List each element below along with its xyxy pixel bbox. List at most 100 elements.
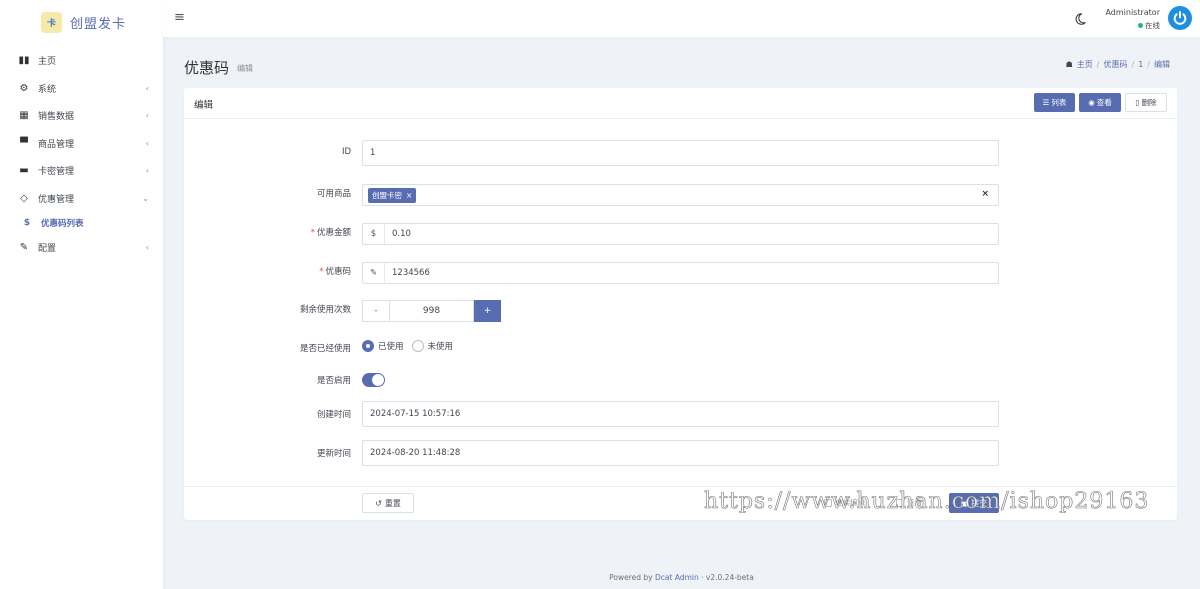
card-title: 编辑 [194,100,214,111]
radio-unchecked-icon [411,340,424,352]
breadcrumb-section[interactable]: 优惠码 [1104,59,1128,70]
form-row-enabled: 是否启用 [184,373,1177,387]
table-icon: ▦ [19,110,29,122]
radio-unused[interactable]: 未使用 [411,340,454,352]
updated-label: 更新时间 [316,449,351,459]
code-label: * 优惠码 [319,265,351,277]
remaining-label: 剩余使用次数 [299,305,351,315]
radio-unused-label: 未使用 [427,342,454,352]
breadcrumb-current: 编辑 [1154,60,1170,69]
code-value: 1234566 [392,268,430,278]
watermark: https://www.huzhan.com/ishop29163 [704,489,1150,515]
hamburger-icon[interactable]: ≡ [174,10,185,25]
dollar-icon: $ [363,224,385,244]
breadcrumb-home[interactable]: 主页 [1077,59,1093,70]
amount-label: * 优惠金额 [311,226,351,238]
dcat-admin-link[interactable]: Dcat Admin [655,573,699,582]
radio-used-label: 已使用 [378,342,404,352]
clear-icon[interactable]: × [981,189,989,199]
view-button[interactable]: ◉ 查看 [1079,93,1121,112]
sidebar-item-goods[interactable]: ▀ 商品管理 ‹ [0,130,163,158]
power-icon [1173,11,1187,25]
user-name[interactable]: Administrator [1105,8,1160,17]
goods-label: 可用商品 [316,189,351,199]
decrement-button[interactable]: - [362,300,389,322]
sidebar-item-system[interactable]: ⚙ 系统 ‹ [0,75,163,103]
id-field[interactable]: 1 [362,140,999,166]
avatar[interactable] [1168,6,1192,30]
delete-button-label: 删除 [1141,98,1157,107]
topbar: ≡ Administrator 在线 [163,0,1200,37]
amount-label-text: 优惠金额 [316,228,351,238]
footer-separator: · [701,573,704,582]
sidebar-item-label: 配置 [38,244,57,255]
form-row-created: 创建时间 2024-07-15 10:57:16 [184,401,1177,427]
list-button[interactable]: ☰ 列表 [1034,93,1075,112]
goods-tag-label: 创盟卡密 [372,190,402,200]
sidebar-item-label: 卡密管理 [38,167,75,178]
brand[interactable]: 卡 创盟发卡 [0,0,163,44]
breadcrumb-separator: / [1147,60,1150,69]
card-header: 编辑 ☰ 列表 ◉ 查看 ▯ 删除 [184,88,1177,119]
breadcrumb-id[interactable]: 1 [1138,60,1143,69]
chevron-left-icon: ‹ [145,243,149,252]
view-button-label: 查看 [1096,98,1112,107]
moon-icon[interactable] [1073,12,1087,26]
code-field[interactable]: ✎ 1234566 [362,262,999,284]
edit-card: 编辑 ☰ 列表 ◉ 查看 ▯ 删除 ID 1 可用商品 创盟卡密 × × * 优… [184,88,1177,520]
sidebar-item-label: 主页 [38,57,57,68]
sidebar-subitem-coupon-list[interactable]: $ 优惠码列表 [0,212,163,234]
goods-tag[interactable]: 创盟卡密 × [368,187,417,203]
increment-button[interactable]: + [474,300,501,322]
created-field[interactable]: 2024-07-15 10:57:16 [362,401,999,427]
chevron-left-icon: ‹ [145,166,149,175]
reset-button[interactable]: ↺ 重置 [362,493,414,513]
updated-field[interactable]: 2024-08-20 11:48:28 [362,440,999,466]
version-text: v2.0.24-beta [705,573,754,582]
id-label: ID [341,147,351,157]
radio-checked-icon [362,340,374,352]
sidebar-item-discount[interactable]: ◇ 优惠管理 ⌄ [0,185,163,213]
used-label: 是否已经使用 [299,344,351,354]
created-label: 创建时间 [316,410,351,420]
amount-field[interactable]: $ 0.10 [362,223,999,245]
goods-select[interactable]: 创盟卡密 × × [362,184,999,206]
form-row-updated: 更新时间 2024-08-20 11:48:28 [184,440,1177,466]
sidebar-item-home[interactable]: ▮▮ 主页 [0,47,163,75]
form-row-id: ID 1 [184,140,1177,166]
required-mark: * [319,267,324,277]
delete-button[interactable]: ▯ 删除 [1125,93,1167,112]
diamond-icon: ◇ [20,192,28,204]
list-icon: ☰ [1042,98,1050,107]
sidebar-item-cards[interactable]: ▬ 卡密管理 ‹ [0,157,163,185]
dashboard-icon: ☗ [1065,60,1073,69]
radio-used[interactable]: 已使用 [362,340,404,352]
breadcrumb-separator: / [1131,60,1135,69]
enabled-toggle[interactable] [362,373,385,387]
sidebar-item-label: 系统 [38,84,57,95]
user-status-text: 在线 [1145,21,1160,30]
sidebar-item-config[interactable]: ✎ 配置 ‹ [0,234,163,262]
chevron-down-icon: ⌄ [142,193,149,203]
amount-value: 0.10 [392,229,411,239]
sidebar-item-sales[interactable]: ▦ 销售数据 ‹ [0,102,163,130]
chevron-left-icon: ‹ [145,111,149,120]
user-status: 在线 [1138,20,1160,31]
gear-icon: ⚙ [19,82,29,94]
page-title: 优惠码 [184,59,230,77]
tag-remove-icon[interactable]: × [406,191,412,200]
remaining-input[interactable]: 998 [389,300,474,322]
credit-card-icon: ▬ [19,165,29,177]
undo-icon: ↺ [375,498,382,508]
eye-icon: ◉ [1088,98,1095,107]
bar-chart-icon: ▮▮ [18,55,30,67]
briefcase-icon: ▀ [20,137,28,149]
chevron-left-icon: ‹ [145,138,149,148]
pencil-icon: ✎ [363,263,385,283]
sidebar-menu: ▮▮ 主页 ⚙ 系统 ‹ ▦ 销售数据 ‹ ▀ 商品管理 ‹ ▬ 卡密管理 ‹ … [0,47,163,262]
code-label-text: 优惠码 [325,267,351,277]
remaining-stepper: - 998 + [362,300,501,322]
reset-button-label: 重置 [384,498,401,508]
sidebar: 卡 创盟发卡 ▮▮ 主页 ⚙ 系统 ‹ ▦ 销售数据 ‹ ▀ 商品管理 ‹ ▬ … [0,0,163,589]
breadcrumb: ☗ 主页 / 优惠码 / 1 / 编辑 [1066,59,1170,70]
